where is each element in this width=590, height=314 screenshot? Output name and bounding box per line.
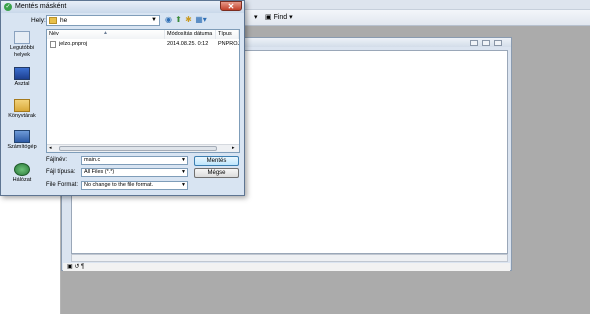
fileformat-select[interactable]: No change to the file format. ▼ (81, 181, 188, 190)
place-recent[interactable]: Legutóbbi helyek (5, 31, 39, 69)
new-folder-icon[interactable]: ✱ (184, 15, 193, 25)
fileformat-label: File Format: (46, 182, 79, 188)
dialog-title-bar: ✓ Mentés másként ✕ (1, 1, 244, 13)
filetype-value: All Files (*.*) (84, 169, 115, 175)
column-name-label: Név (49, 31, 59, 37)
dialog-title: Mentés másként (15, 3, 67, 10)
place-label: Könyvtárak (8, 113, 36, 119)
place-network[interactable]: Hálózat (5, 163, 39, 201)
maximize-button[interactable] (482, 40, 490, 46)
chevron-down-icon: ▼ (181, 157, 186, 163)
app-logo-icon: ✓ (4, 3, 12, 11)
computer-icon (14, 130, 30, 143)
file-type: PNPROJ f. (218, 41, 239, 47)
scrollbar-thumb[interactable] (59, 146, 217, 151)
chevron-down-icon: ▾ (289, 14, 293, 21)
sort-up-icon: ▲ (103, 30, 108, 36)
place-label: Legutóbbi helyek (9, 45, 35, 58)
place-label: Számítógép (7, 144, 37, 150)
file-list: Név ▲ Módosítás dátuma Típus jelzo.pnpro… (46, 29, 240, 153)
filetype-select[interactable]: All Files (*.*) ▼ (81, 168, 188, 177)
file-list-horizontal-scrollbar[interactable]: ◂ ▸ (47, 144, 239, 152)
find-label: Find (273, 14, 288, 21)
scroll-left-icon[interactable]: ◂ (49, 145, 52, 152)
close-document-button[interactable] (494, 40, 502, 46)
up-folder-icon[interactable]: ⬆ (174, 15, 183, 25)
editor-status-bar: ▣ ↺ ¶ (63, 263, 510, 271)
file-name: jelzo.pnproj (59, 41, 88, 47)
file-icon (50, 41, 56, 48)
libraries-icon (14, 99, 30, 112)
minimize-button[interactable] (470, 40, 478, 46)
chevron-down-icon: ▼ (181, 182, 186, 188)
back-icon[interactable]: ◉ (164, 15, 173, 25)
recent-places-icon (14, 31, 30, 44)
filename-value: main.c (84, 157, 101, 163)
chevron-down-icon: ▼ (181, 169, 186, 175)
location-combobox[interactable]: he ▼ (46, 15, 160, 26)
column-header-type[interactable]: Típus (216, 30, 239, 39)
toolbar-dropdown-arrow[interactable]: ▾ (254, 11, 258, 24)
place-label: Hálózat (12, 177, 32, 183)
location-value: he (60, 17, 68, 24)
location-label: Hely: (31, 17, 46, 24)
column-header-name[interactable]: Név ▲ (47, 30, 165, 39)
folder-icon (49, 17, 57, 24)
file-row[interactable]: jelzo.pnproj 2014.08.25. 0:12 PNPROJ f. (47, 40, 239, 49)
tab-icon: ▣ ↺ ¶ (67, 264, 85, 270)
save-button[interactable]: Mentés (194, 156, 239, 166)
binoculars-icon: ▣ (265, 14, 272, 21)
scroll-right-icon[interactable]: ▸ (232, 145, 235, 152)
column-date-label: Módosítás dátuma (167, 31, 213, 37)
filename-input[interactable]: main.c ▼ (81, 156, 188, 165)
save-as-dialog: ✓ Mentés másként ✕ Hely: he ▼ ◉ ⬆ ✱ ▦▾ L… (0, 0, 245, 196)
file-date: 2014.08.25. 0:12 (167, 41, 209, 47)
network-icon (14, 163, 30, 176)
filetype-label: Fájl típusa: (46, 169, 76, 175)
filename-label: Fájlnév: (46, 157, 68, 163)
chevron-down-icon: ▼ (151, 17, 157, 23)
app-side-panel (0, 196, 61, 314)
place-label: Asztal (14, 81, 30, 87)
editor-horizontal-scrollbar[interactable] (71, 254, 508, 262)
dialog-close-button[interactable]: ✕ (220, 1, 242, 11)
cancel-button[interactable]: Mégse (194, 168, 239, 178)
find-button[interactable]: ▣ Find ▾ (265, 11, 293, 24)
view-menu-icon[interactable]: ▦▾ (195, 15, 207, 25)
desktop-icon (14, 67, 30, 80)
fileformat-value: No change to the file format. (84, 182, 154, 188)
column-header-date[interactable]: Módosítás dátuma (165, 30, 216, 39)
places-bar: Legutóbbi helyek Asztal Könyvtárak Számí… (5, 29, 39, 192)
column-type-label: Típus (218, 31, 232, 37)
